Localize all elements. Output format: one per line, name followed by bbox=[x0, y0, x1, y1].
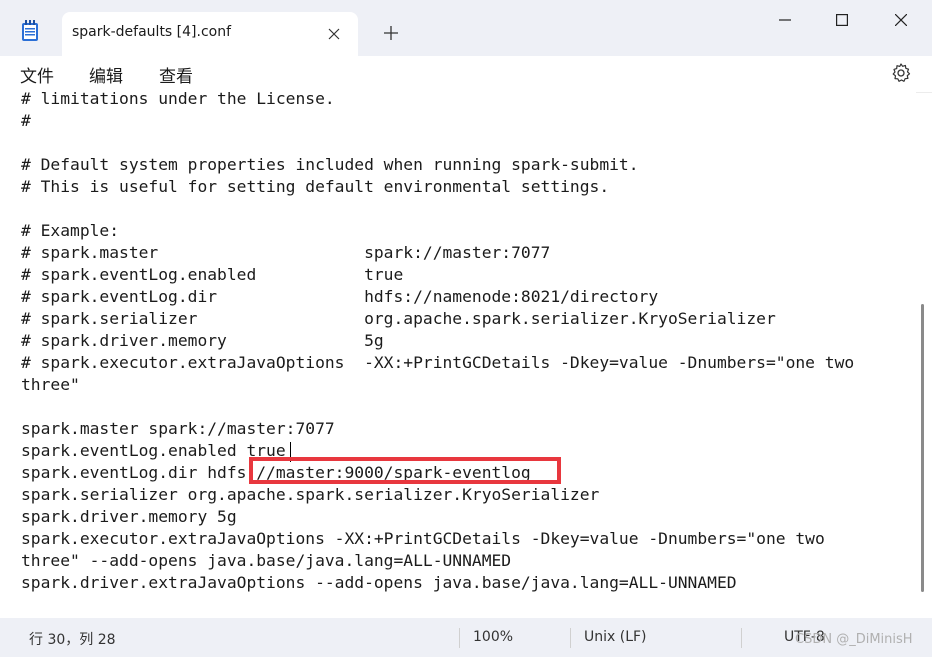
code-line: # spark.eventLog.dir hdfs://namenode:802… bbox=[21, 287, 659, 306]
code-line: # spark.serializer org.apache.spark.seri… bbox=[21, 309, 776, 328]
code-line: # Default system properties included whe… bbox=[21, 155, 639, 174]
code-line: spark.master spark://master:7077 bbox=[21, 419, 335, 438]
code-line: spark.driver.extraJavaOptions --add-open… bbox=[21, 573, 737, 592]
vertical-scrollbar[interactable] bbox=[916, 92, 932, 618]
plus-icon[interactable] bbox=[380, 22, 402, 44]
menu-bar: 文件 编辑 查看 bbox=[0, 56, 932, 93]
text-editor[interactable]: # limitations under the License. # # Def… bbox=[0, 92, 916, 618]
cursor-position: 行 30，列 28 bbox=[29, 632, 116, 648]
watermark: CSDN @_DiMinisH bbox=[795, 632, 913, 647]
maximize-icon[interactable] bbox=[819, 6, 865, 34]
code-line: # spark.eventLog.enabled true bbox=[21, 265, 404, 284]
code-line: three" --add-opens java.base/java.lang=A… bbox=[21, 551, 512, 570]
zoom-level[interactable]: 100% bbox=[473, 629, 513, 645]
code-line: # Example: bbox=[21, 221, 120, 240]
code-line: spark.serializer org.apache.spark.serial… bbox=[21, 485, 600, 504]
code-line: # limitations under the License. bbox=[21, 92, 335, 108]
code-line: # This is useful for setting default env… bbox=[21, 177, 610, 196]
gear-icon[interactable] bbox=[890, 62, 912, 84]
window-close-icon[interactable] bbox=[878, 6, 924, 34]
title-bar: spark-defaults [4].conf bbox=[0, 0, 932, 56]
close-icon[interactable] bbox=[324, 24, 344, 44]
notepad-app-icon bbox=[21, 20, 39, 42]
status-divider bbox=[459, 628, 460, 648]
menu-edit[interactable]: 编辑 bbox=[89, 62, 123, 87]
code-line: # spark.executor.extraJavaOptions -XX:+P… bbox=[21, 353, 855, 372]
code-line: three" bbox=[21, 375, 80, 394]
status-divider bbox=[570, 628, 571, 648]
code-line: # spark.driver.memory 5g bbox=[21, 331, 384, 350]
code-line: spark.driver.memory 5g bbox=[21, 507, 237, 526]
code-line: spark.executor.extraJavaOptions -XX:+Pri… bbox=[21, 529, 825, 548]
menu-view[interactable]: 查看 bbox=[159, 62, 193, 87]
line-ending[interactable]: Unix (LF) bbox=[584, 629, 647, 645]
code-line: # spark.master spark://master:7077 bbox=[21, 243, 551, 262]
menu-file[interactable]: 文件 bbox=[20, 62, 54, 87]
tab-spark-defaults[interactable]: spark-defaults [4].conf bbox=[62, 12, 358, 56]
code-line: # bbox=[21, 111, 31, 130]
status-bar: 行 30，列 28 100% Unix (LF) UTF-8 CSDN @_Di… bbox=[0, 618, 932, 657]
red-annotation-box bbox=[249, 457, 561, 484]
scrollbar-thumb[interactable] bbox=[921, 304, 924, 592]
code-line: spark.eventLog.enabled true bbox=[21, 441, 286, 460]
status-divider bbox=[741, 628, 742, 648]
minimize-icon[interactable] bbox=[762, 6, 808, 34]
tab-title: spark-defaults [4].conf bbox=[72, 24, 232, 40]
